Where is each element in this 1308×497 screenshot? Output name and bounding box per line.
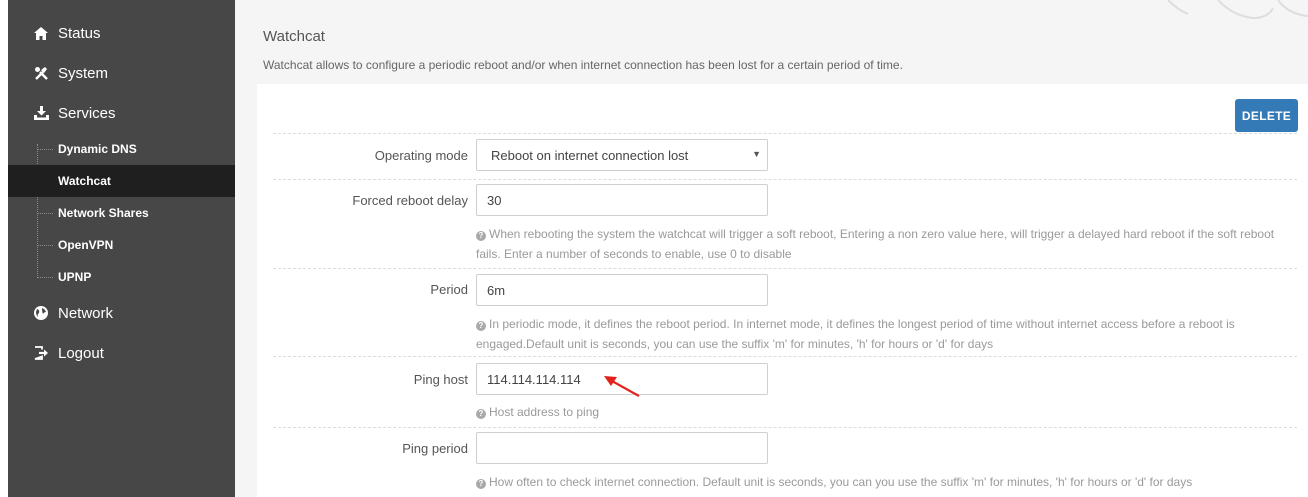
sidebar-subitem-label: Watchcat bbox=[58, 174, 111, 188]
ping-period-help: ? How often to check internet connection.… bbox=[476, 472, 1286, 492]
ping-period-label: Ping period bbox=[402, 441, 468, 456]
divider bbox=[273, 356, 1297, 357]
sidebar-item-system[interactable]: System bbox=[8, 53, 235, 93]
sidebar-subitem-label: Dynamic DNS bbox=[58, 142, 137, 156]
help-icon: ? bbox=[476, 409, 486, 419]
sidebar-item-label: System bbox=[58, 64, 109, 82]
page-description: Watchcat allows to configure a periodic … bbox=[263, 58, 903, 72]
sidebar-subitem-network-shares[interactable]: Network Shares bbox=[8, 197, 235, 229]
sidebar-subitem-label: Network Shares bbox=[58, 206, 149, 220]
corner-decoration bbox=[1167, 0, 1308, 20]
period-help: ? In periodic mode, it defines the reboot… bbox=[476, 314, 1286, 354]
divider bbox=[273, 268, 1297, 269]
ping-host-help: ? Host address to ping bbox=[476, 402, 1286, 422]
divider bbox=[273, 179, 1297, 180]
globe-icon bbox=[33, 305, 49, 321]
home-icon bbox=[33, 25, 49, 41]
download-icon bbox=[33, 105, 49, 121]
wrench-icon bbox=[33, 65, 49, 81]
ping-host-label: Ping host bbox=[413, 372, 468, 387]
forced-reboot-delay-help: ? When rebooting the system the watchcat … bbox=[476, 224, 1286, 264]
operating-mode-select[interactable]: Reboot on internet connection lost ▼ bbox=[476, 139, 768, 171]
sidebar-subitem-label: UPNP bbox=[58, 270, 92, 284]
chevron-down-icon: ▼ bbox=[752, 149, 761, 159]
sidebar-item-label: Logout bbox=[58, 344, 104, 362]
period-label: Period bbox=[430, 282, 468, 297]
help-icon: ? bbox=[476, 321, 486, 331]
divider bbox=[273, 133, 1297, 134]
sidebar-item-logout[interactable]: Logout bbox=[8, 333, 235, 373]
sidebar-subitem-upnp[interactable]: UPNP bbox=[8, 261, 235, 293]
sidebar-item-label: Services bbox=[58, 104, 116, 122]
sidebar-subitem-openvpn[interactable]: OpenVPN bbox=[8, 229, 235, 261]
sidebar-item-label: Network bbox=[58, 304, 114, 322]
help-text: In periodic mode, it defines the reboot … bbox=[476, 317, 1235, 351]
sidebar-subitem-label: OpenVPN bbox=[58, 238, 114, 252]
forced-reboot-delay-input[interactable] bbox=[476, 184, 768, 216]
sidebar-item-status[interactable]: Status bbox=[8, 13, 235, 53]
sidebar-item-services[interactable]: Services bbox=[8, 93, 235, 133]
operating-mode-label: Operating mode bbox=[374, 148, 468, 163]
forced-reboot-delay-label: Forced reboot delay bbox=[352, 193, 468, 208]
sidebar: Status System Services Dynamic DNS Watch… bbox=[8, 0, 235, 497]
annotation-arrow-icon bbox=[604, 376, 640, 397]
help-icon: ? bbox=[476, 231, 486, 241]
ping-period-input[interactable] bbox=[476, 432, 768, 464]
sidebar-item-network[interactable]: Network bbox=[8, 293, 235, 333]
logout-icon bbox=[33, 345, 49, 361]
sidebar-subitem-dynamic-dns[interactable]: Dynamic DNS bbox=[8, 133, 235, 165]
operating-mode-value: Reboot on internet connection lost bbox=[491, 147, 689, 163]
main-content: Watchcat Watchcat allows to configure a … bbox=[235, 0, 1308, 497]
sidebar-item-label: Status bbox=[58, 24, 101, 42]
delete-button[interactable]: DELETE bbox=[1235, 99, 1298, 132]
sidebar-subitem-watchcat[interactable]: Watchcat bbox=[8, 165, 235, 197]
help-text: Host address to ping bbox=[489, 405, 600, 419]
period-input[interactable] bbox=[476, 274, 768, 306]
page-title: Watchcat bbox=[263, 28, 325, 45]
divider bbox=[273, 427, 1297, 428]
help-icon: ? bbox=[476, 479, 486, 489]
help-text: When rebooting the system the watchcat w… bbox=[476, 227, 1275, 261]
help-text: How often to check internet connection. … bbox=[489, 475, 1193, 489]
